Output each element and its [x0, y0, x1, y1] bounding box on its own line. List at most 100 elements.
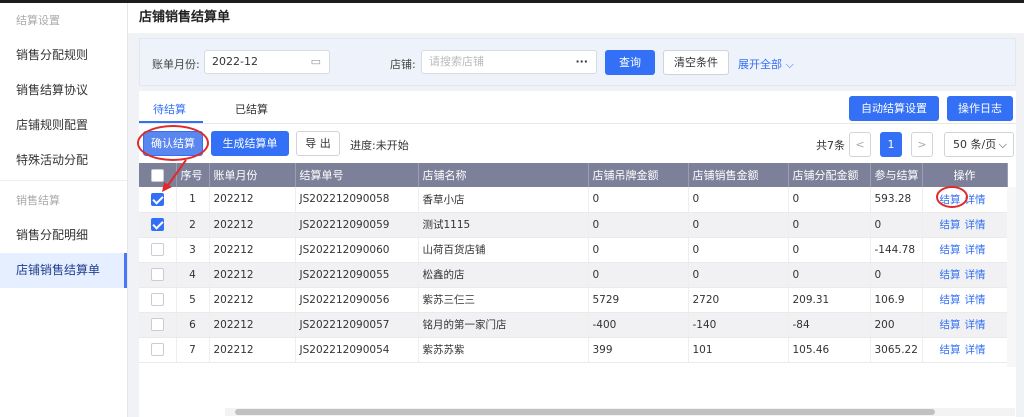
- settle-link[interactable]: 结算: [940, 319, 961, 331]
- row-checkbox[interactable]: [150, 343, 164, 356]
- clear-button[interactable]: 清空条件: [663, 50, 729, 75]
- cell-store: 香草小店: [418, 187, 589, 213]
- cell-no: 7: [176, 337, 210, 363]
- detail-link[interactable]: 详情: [965, 294, 986, 306]
- cell-sale: 0: [688, 187, 789, 213]
- cell-tag: 399: [588, 337, 689, 363]
- cell-settle: 593.28: [870, 187, 923, 213]
- sidebar-divider: [0, 180, 127, 181]
- settle-link[interactable]: 结算: [940, 294, 961, 306]
- row-select-cell[interactable]: [139, 237, 177, 263]
- sidebar-item-sales-rules[interactable]: 销售分配规则: [0, 38, 127, 73]
- row-select-cell[interactable]: [139, 287, 177, 313]
- cell-settle: 3065.22: [870, 337, 923, 363]
- table-row: 3 202212 JS202212090060 山荷百货店铺 0 0 0 -144.78 结算…: [139, 237, 1008, 263]
- cell-code: JS202212090060: [295, 237, 419, 263]
- sidebar-item-sales-agreement[interactable]: 销售结算协议: [0, 73, 127, 108]
- sidebar-item-sales-detail[interactable]: 销售分配明细: [0, 218, 127, 253]
- next-page-button[interactable]: >: [911, 132, 933, 157]
- sidebar-group-settlement: 销售结算: [16, 194, 60, 207]
- export-button[interactable]: 导 出: [296, 131, 340, 156]
- prev-page-button[interactable]: <: [849, 132, 871, 157]
- cell-store: 铭月的第一家门店: [418, 312, 589, 338]
- tab-settled[interactable]: 已结算: [235, 101, 268, 117]
- cell-no: 6: [176, 312, 210, 338]
- cell-alloc: 0: [788, 187, 871, 213]
- cell-sale: 2720: [688, 287, 789, 313]
- detail-link[interactable]: 详情: [965, 344, 986, 356]
- cell-alloc: 0: [788, 212, 871, 238]
- cell-store: 紫苏苏紫: [418, 337, 589, 363]
- row-checkbox[interactable]: [150, 218, 164, 231]
- operation-log-button[interactable]: 操作日志: [947, 96, 1013, 121]
- row-select-cell[interactable]: [139, 337, 177, 363]
- cell-actions: 结算 详情: [922, 212, 1008, 238]
- cell-actions: 结算 详情: [922, 262, 1008, 288]
- row-checkbox[interactable]: [150, 293, 164, 306]
- row-select-cell[interactable]: [139, 212, 177, 238]
- row-checkbox[interactable]: [150, 192, 164, 206]
- page-1-button[interactable]: 1: [880, 132, 902, 157]
- row-checkbox[interactable]: [150, 268, 164, 281]
- scroll-thumb[interactable]: [235, 409, 935, 415]
- chevron-down-icon: ⌵: [785, 58, 794, 71]
- cell-sale: 0: [688, 237, 789, 263]
- query-button[interactable]: 查询: [605, 50, 655, 75]
- header-sale-amount: 店铺销售金额: [688, 163, 789, 187]
- table-row: 4 202212 JS202212090055 松鑫的店 0 0 0 0 结算 详情: [139, 262, 1008, 288]
- cell-month: 202212: [209, 237, 296, 263]
- tab-pending[interactable]: 待结算: [153, 101, 186, 117]
- row-select-cell[interactable]: [139, 262, 177, 288]
- generate-statement-button[interactable]: 生成结算单: [211, 131, 289, 156]
- row-select-cell[interactable]: [139, 312, 177, 338]
- cell-code: JS202212090056: [295, 287, 419, 313]
- cell-settle: 200: [870, 312, 923, 338]
- table-header-row: 序号 账单月份 结算单号 店铺名称 店铺吊牌金额 店铺销售金额 店铺分配金额 参…: [139, 163, 1008, 187]
- main-area: 店铺销售结算单 账单月份: 2022-12 ▭ 店铺: 请搜索店铺 ··· 查询…: [128, 3, 1024, 417]
- header-actions: 操作: [922, 163, 1008, 187]
- page-size-select[interactable]: 50 条/页 ⌵: [944, 132, 1014, 157]
- cell-store: 紫苏三仨三: [418, 287, 589, 313]
- cell-no: 4: [176, 262, 210, 288]
- tab-divider: [139, 123, 1016, 124]
- total-count: 共7条: [816, 139, 845, 152]
- calendar-icon: ▭: [310, 55, 321, 68]
- settlement-table: 序号 账单月份 结算单号 店铺名称 店铺吊牌金额 店铺销售金额 店铺分配金额 参…: [139, 163, 1008, 363]
- cell-settle: -144.78: [870, 237, 923, 263]
- cell-tag: 5729: [588, 287, 689, 313]
- month-input[interactable]: 2022-12 ▭: [204, 50, 330, 74]
- store-search-input[interactable]: 请搜索店铺 ···: [421, 50, 597, 74]
- sidebar-item-store-rules[interactable]: 店铺规则配置: [0, 108, 127, 143]
- settle-link[interactable]: 结算: [940, 344, 961, 356]
- header-code: 结算单号: [295, 163, 419, 187]
- cell-sale: -140: [688, 312, 789, 338]
- detail-link[interactable]: 详情: [965, 219, 986, 231]
- cell-store: 山荷百货店铺: [418, 237, 589, 263]
- expand-all-link[interactable]: 展开全部 ⌵: [738, 56, 794, 72]
- sidebar-item-special-activity[interactable]: 特殊活动分配: [0, 143, 127, 178]
- cell-sale: 101: [688, 337, 789, 363]
- highlight-circle: [137, 125, 209, 161]
- more-icon[interactable]: ···: [575, 51, 588, 73]
- settle-link[interactable]: 结算: [940, 269, 961, 281]
- horizontal-scrollbar[interactable]: [225, 408, 1015, 416]
- sidebar-group-settings: 结算设置: [16, 14, 60, 27]
- cell-alloc: 0: [788, 262, 871, 288]
- cell-alloc: 105.46: [788, 337, 871, 363]
- row-checkbox[interactable]: [150, 243, 164, 256]
- settle-link[interactable]: 结算: [940, 244, 961, 256]
- detail-link[interactable]: 详情: [965, 269, 986, 281]
- cell-actions: 结算 详情: [922, 237, 1008, 263]
- cell-store: 测试1115: [418, 212, 589, 238]
- row-checkbox[interactable]: [150, 318, 164, 331]
- cell-alloc: -84: [788, 312, 871, 338]
- cell-tag: 0: [588, 237, 689, 263]
- sidebar-item-store-settlement[interactable]: 店铺销售结算单: [0, 253, 127, 288]
- auto-settle-settings-button[interactable]: 自动结算设置: [849, 96, 939, 121]
- detail-link[interactable]: 详情: [965, 244, 986, 256]
- vertical-scrollbar[interactable]: [1007, 187, 1016, 367]
- settle-link[interactable]: 结算: [940, 219, 961, 231]
- detail-link[interactable]: 详情: [965, 319, 986, 331]
- cell-store: 松鑫的店: [418, 262, 589, 288]
- cell-month: 202212: [209, 312, 296, 338]
